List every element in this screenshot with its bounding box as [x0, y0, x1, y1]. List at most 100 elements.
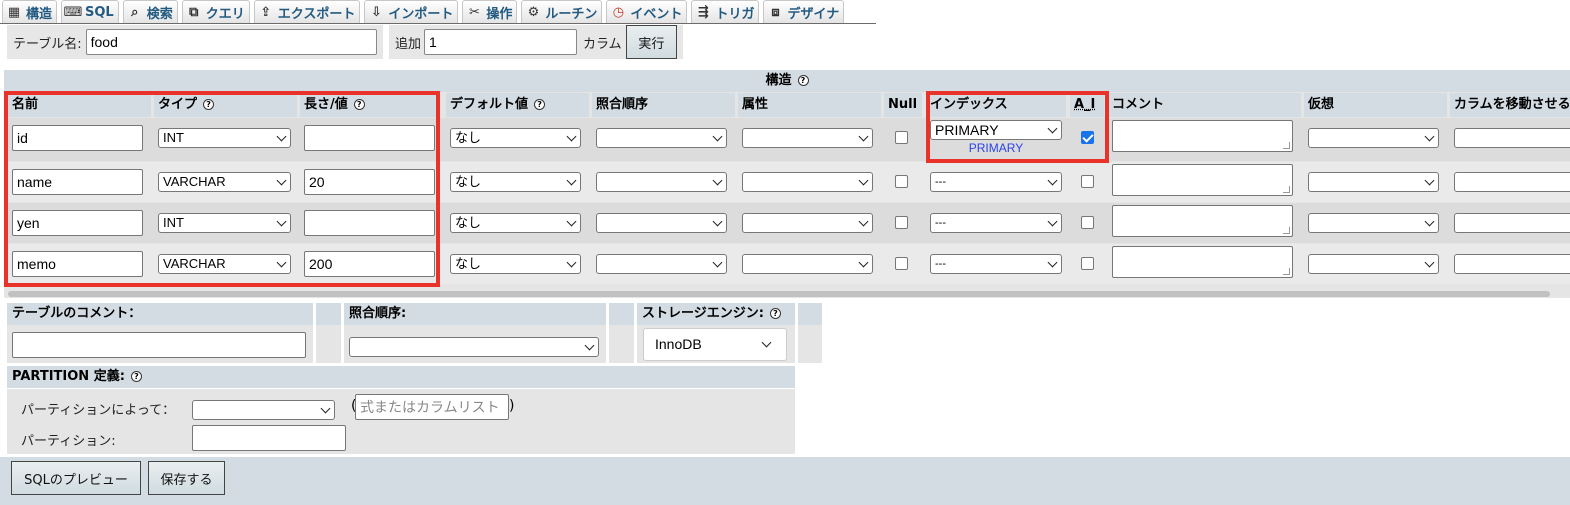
highlight-name-type-length — [4, 91, 440, 287]
column-header-null: Null — [884, 93, 922, 117]
column-default-select[interactable]: なし — [450, 172, 581, 192]
add-columns-row: 追加 カラム 実行 — [389, 25, 683, 59]
help-icon[interactable]: ? — [130, 371, 142, 382]
horizontal-scrollbar[interactable] — [8, 291, 1550, 297]
tab-designer[interactable]: ⧈ デザイナ — [763, 0, 845, 23]
column-move-select[interactable] — [1454, 128, 1570, 148]
column-default-select[interactable]: なし — [450, 254, 581, 274]
tab-label: クエリ — [205, 6, 245, 22]
table-comment-cell — [7, 325, 313, 363]
tab-label: 構造 — [26, 6, 53, 22]
table-name-label: テーブル名: — [13, 36, 82, 52]
column-header-virtual: 仮想 — [1304, 93, 1447, 117]
table-comment-header: テーブルのコメント： — [7, 303, 313, 325]
collation-cell — [344, 325, 606, 363]
column-attributes-select[interactable] — [742, 128, 873, 148]
export-icon: ⇪ — [260, 4, 272, 20]
null-checkbox[interactable] — [895, 257, 908, 270]
collation-header: 照合順序: — [344, 303, 606, 325]
query-icon: ⧉ — [189, 4, 199, 20]
column-move-select[interactable] — [1454, 254, 1570, 274]
column-move-select[interactable] — [1454, 213, 1570, 233]
column-comment-textarea[interactable] — [1112, 164, 1293, 196]
tab-label: エクスポート — [277, 6, 356, 22]
tab-import[interactable]: ⇩ インポート — [364, 0, 459, 23]
tab-structure[interactable]: ▦ 構造 — [2, 0, 58, 23]
structure-title: 構造? — [4, 70, 1570, 92]
sql-icon: ⌨ — [63, 4, 83, 20]
column-comment-textarea[interactable] — [1112, 246, 1293, 278]
table-comment-input[interactable] — [12, 332, 306, 358]
storage-engine-cell: InnoDB — [637, 325, 795, 363]
structure-icon: ▦ — [7, 4, 21, 20]
search-icon: ⌕ — [131, 4, 139, 20]
auto-increment-checkbox[interactable] — [1081, 257, 1094, 270]
column-attributes-select[interactable] — [742, 172, 873, 192]
save-button[interactable]: 保存する — [148, 461, 225, 495]
column-index-select[interactable]: --- — [930, 254, 1062, 274]
operations-icon: ✂ — [468, 4, 480, 20]
partitions-label: パーティション: — [21, 434, 116, 449]
tab-label: イベント — [630, 6, 683, 22]
triggers-icon: ⇶ — [697, 4, 709, 20]
partition-body: パーティションによって： ( 式またはカラムリスト ) パーティション: — [7, 389, 795, 454]
tab-query[interactable]: ⧉ クエリ — [181, 0, 250, 23]
spacer-head-2 — [609, 303, 634, 325]
column-header-attributes: 属性 — [738, 93, 881, 117]
tab-search[interactable]: ⌕ 検索 — [122, 0, 178, 23]
column-header-collation: 照合順序 — [592, 93, 735, 117]
column-header-move: カラムを移動させる — [1450, 93, 1570, 117]
tab-sql[interactable]: ⌨ SQL — [61, 0, 119, 23]
column-virtual-select[interactable] — [1308, 213, 1439, 233]
tab-operations[interactable]: ✂ 操作 — [462, 0, 518, 23]
column-index-select[interactable]: --- — [930, 213, 1062, 233]
help-icon[interactable]: ? — [534, 99, 546, 110]
add-label: 追加 — [395, 36, 422, 52]
column-header-default: デフォルト値? — [446, 93, 589, 117]
column-virtual-select[interactable] — [1308, 172, 1439, 192]
storage-engine-select[interactable]: InnoDB — [643, 328, 787, 361]
column-virtual-select[interactable] — [1308, 254, 1439, 274]
tab-label: インポート — [388, 6, 454, 22]
null-checkbox[interactable] — [895, 131, 908, 144]
column-header-comment: コメント — [1108, 93, 1301, 117]
column-collation-select[interactable] — [596, 128, 727, 148]
tab-label: ルーチン — [545, 6, 598, 22]
tab-label: 検索 — [146, 6, 173, 22]
go-button[interactable]: 実行 — [625, 25, 677, 59]
partitions-count-input[interactable] — [192, 425, 346, 451]
column-collation-select[interactable] — [596, 172, 727, 192]
table-collation-select[interactable] — [349, 337, 599, 357]
column-move-select[interactable] — [1454, 172, 1570, 192]
import-icon: ⇩ — [370, 4, 382, 20]
column-default-select[interactable]: なし — [450, 213, 581, 233]
tab-label: 操作 — [486, 6, 513, 22]
column-attributes-select[interactable] — [742, 213, 873, 233]
tab-triggers[interactable]: ⇶ トリガ — [691, 0, 760, 23]
help-icon[interactable]: ? — [797, 75, 809, 86]
add-columns-count-input[interactable] — [424, 29, 578, 55]
auto-increment-checkbox[interactable] — [1081, 216, 1094, 229]
null-checkbox[interactable] — [895, 175, 908, 188]
tab-events[interactable]: ◷ イベント — [606, 0, 688, 23]
column-comment-textarea[interactable] — [1112, 205, 1293, 237]
tab-export[interactable]: ⇪ エクスポート — [253, 0, 361, 23]
auto-increment-checkbox[interactable] — [1081, 175, 1094, 188]
column-attributes-select[interactable] — [742, 254, 873, 274]
column-collation-select[interactable] — [596, 254, 727, 274]
help-icon[interactable]: ? — [769, 308, 781, 319]
column-comment-textarea[interactable] — [1112, 120, 1293, 152]
column-virtual-select[interactable] — [1308, 128, 1439, 148]
sql-preview-button[interactable]: SQLのプレビュー — [11, 461, 141, 495]
paren-close: ) — [509, 398, 515, 414]
tab-routines[interactable]: ⚙ ルーチン — [521, 0, 603, 23]
column-collation-select[interactable] — [596, 213, 727, 233]
table-name-input[interactable] — [85, 29, 377, 55]
column-default-select[interactable]: なし — [450, 128, 581, 148]
partition-by-select[interactable] — [192, 400, 335, 420]
null-checkbox[interactable] — [895, 216, 908, 229]
footer-bar: SQLのプレビュー 保存する — [0, 457, 1570, 505]
column-index-select[interactable]: --- — [930, 172, 1062, 192]
partition-expression-input[interactable]: 式またはカラムリスト — [355, 394, 509, 420]
spacer-cell-3 — [798, 325, 822, 363]
